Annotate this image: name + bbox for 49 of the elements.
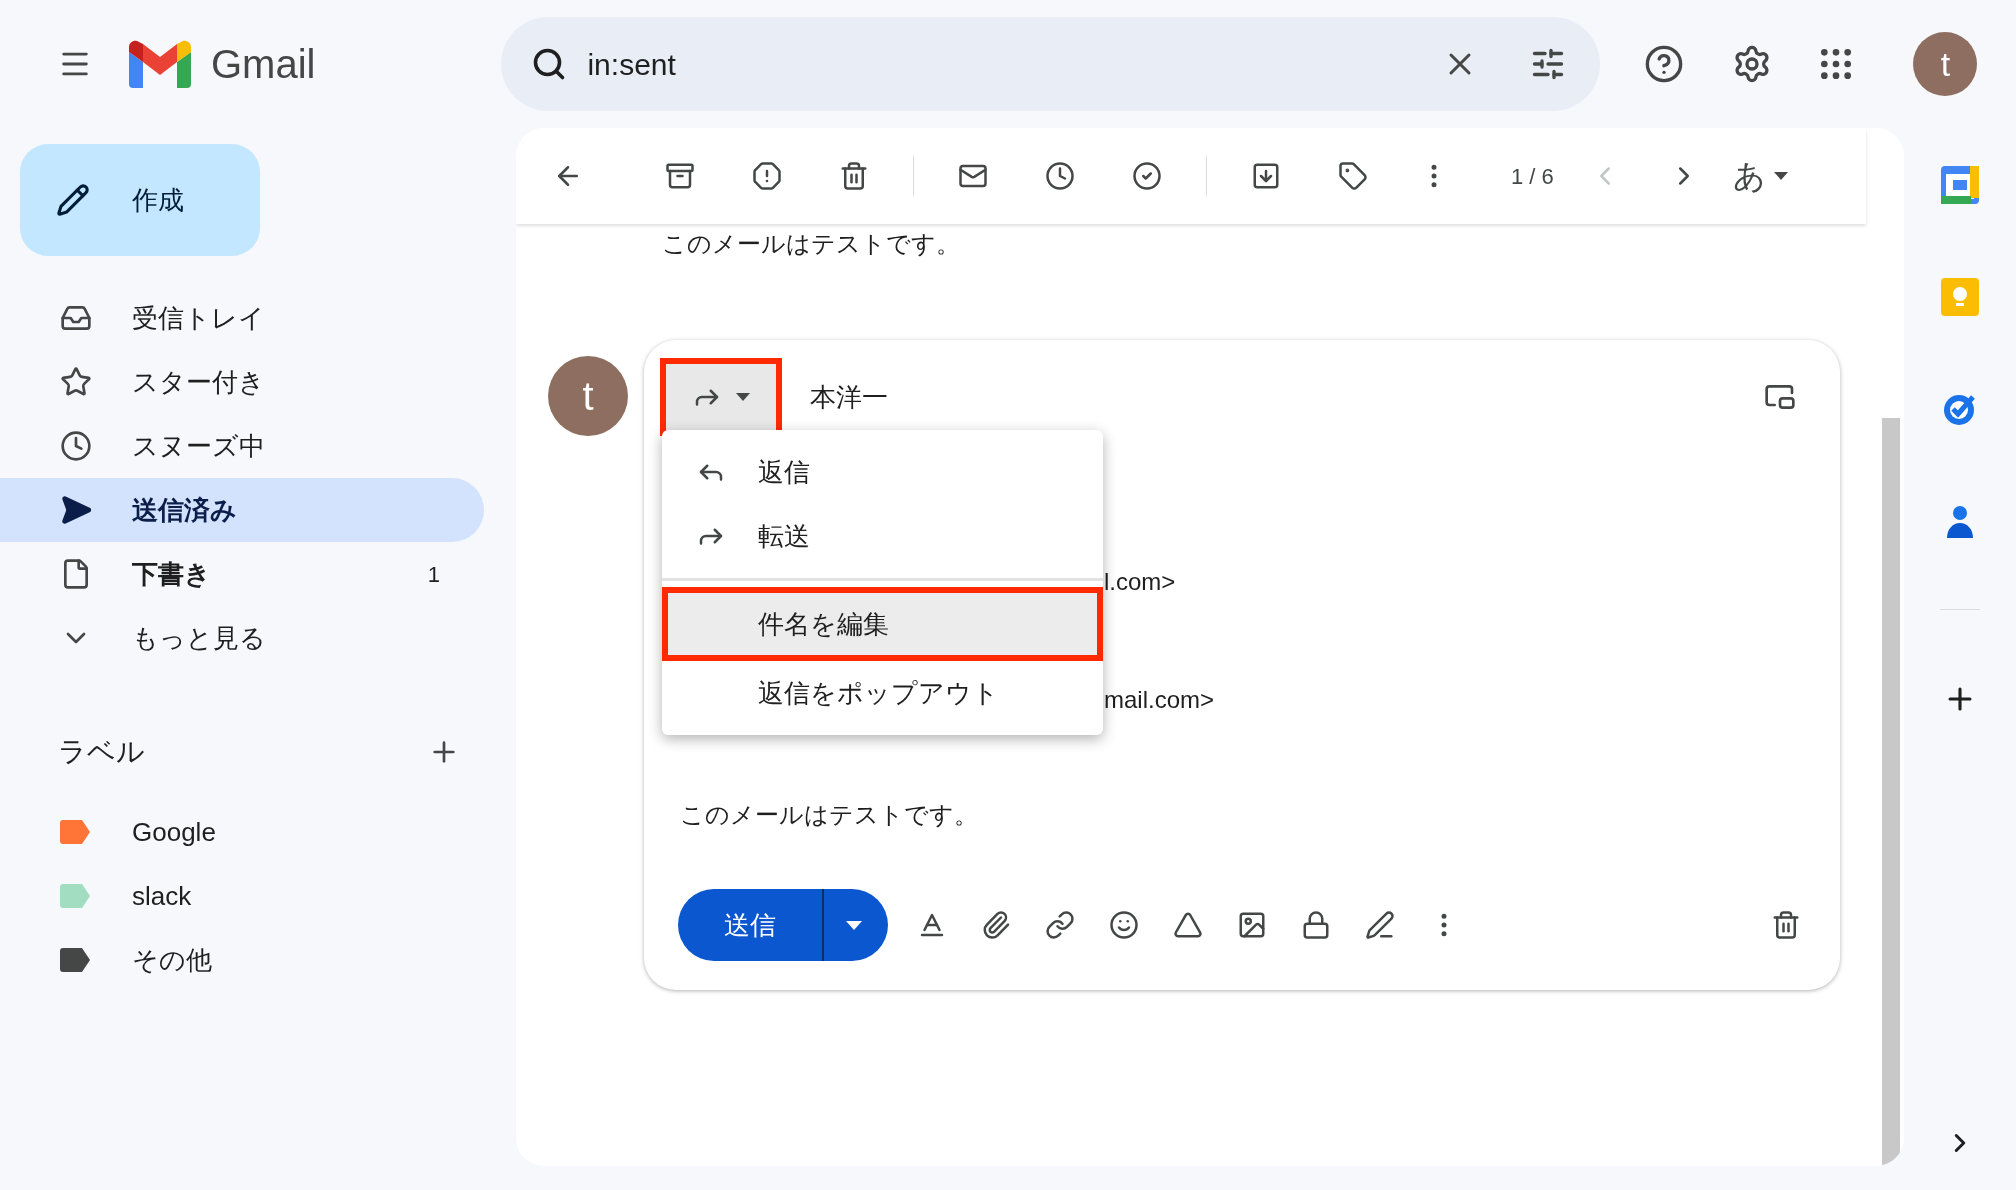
nav-item[interactable]: 下書き 1 xyxy=(0,542,484,606)
caret-icon xyxy=(1773,172,1788,180)
message-body-text: このメールはテストです。 xyxy=(662,230,960,257)
label-name: その他 xyxy=(132,943,212,977)
label-name: slack xyxy=(132,879,192,913)
reply-type-button[interactable] xyxy=(660,358,782,436)
label-item[interactable]: Google xyxy=(0,800,484,864)
search-field[interactable]: in:sent xyxy=(501,17,1601,111)
caret-icon xyxy=(846,920,862,930)
menu-item[interactable]: 返信をポップアウト xyxy=(662,661,1103,725)
pencil-icon xyxy=(56,183,90,217)
account-avatar[interactable]: t xyxy=(1913,32,1978,96)
calendar-icon[interactable] xyxy=(1940,165,1980,205)
clock-icon xyxy=(60,430,92,462)
page-counter: 1 / 6 xyxy=(1511,162,1554,191)
app-name: Gmail xyxy=(211,41,316,88)
menu-item[interactable]: 返信 xyxy=(662,440,1103,504)
nav-item[interactable]: スヌーズ中 xyxy=(0,414,484,478)
input-tools-button[interactable]: あ xyxy=(1732,152,1788,200)
caret-icon xyxy=(736,393,750,401)
reply-body-text: このメールはテストです。 xyxy=(680,801,978,828)
recipient-address: mail.com> xyxy=(1104,686,1215,713)
recipient-address: l.com> xyxy=(1104,568,1176,595)
label-name: Google xyxy=(132,815,216,849)
nav-item[interactable]: もっと見る xyxy=(0,606,484,670)
gmail-logo-icon xyxy=(129,40,191,88)
nav-count: 1 xyxy=(427,560,440,589)
send-icon xyxy=(60,494,92,526)
label-item[interactable]: その他 xyxy=(0,928,484,992)
search-query: in:sent xyxy=(587,46,677,83)
nav-label: スヌーズ中 xyxy=(132,429,265,463)
nav-item[interactable]: 受信トレイ xyxy=(0,286,484,350)
send-button[interactable]: 送信 xyxy=(678,889,888,961)
nav-label: 送信済み xyxy=(132,493,237,527)
compose-button[interactable]: 作成 xyxy=(20,144,260,256)
nav-item[interactable]: 送信済み xyxy=(0,478,484,542)
nav-label: 下書き xyxy=(132,557,211,591)
nav-label: もっと見る xyxy=(132,621,266,655)
nav-item[interactable]: スター付き xyxy=(0,350,484,414)
help-icon[interactable] xyxy=(1644,44,1685,84)
nav-label: 受信トレイ xyxy=(132,301,265,335)
recipient-name: 本洋一 xyxy=(810,380,888,414)
nav-label: スター付き xyxy=(132,365,265,399)
menu-item[interactable]: 転送 xyxy=(662,504,1103,568)
star-icon xyxy=(60,366,92,398)
label-item[interactable]: slack xyxy=(0,864,484,928)
sender-avatar: t xyxy=(548,356,628,436)
labels-heading: ラベル xyxy=(58,735,145,769)
menu-item[interactable]: 件名を編集 xyxy=(662,587,1103,661)
